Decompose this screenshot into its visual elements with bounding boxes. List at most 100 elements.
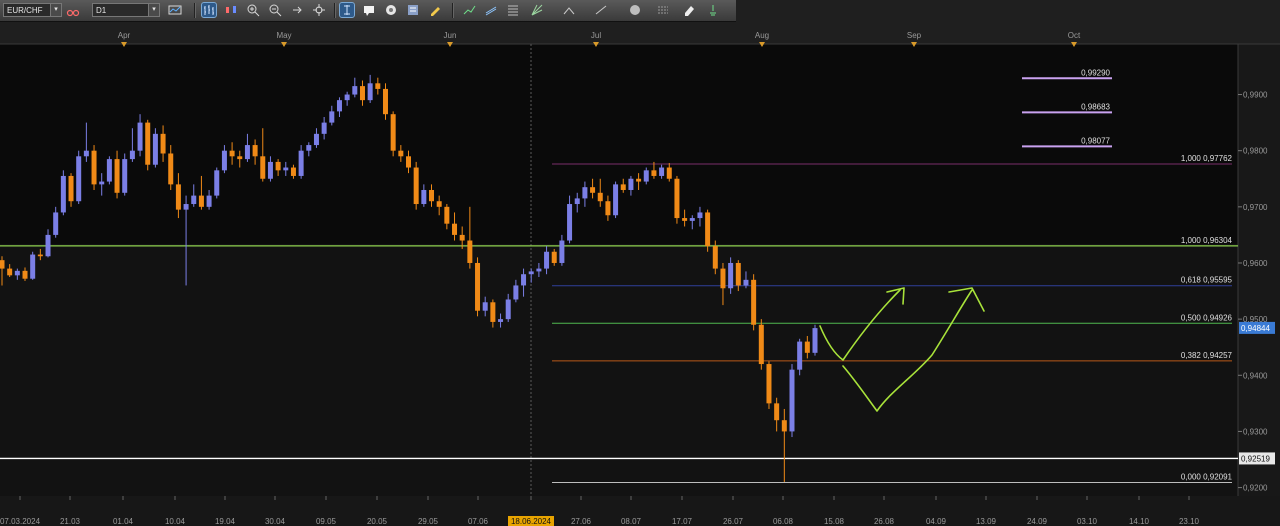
candle-body-up [544,251,550,269]
candle-body-down [375,83,381,89]
candle-body-up [613,184,619,216]
date-tick-label: 24.09 [1027,517,1048,526]
candle-body-down [68,175,74,202]
extension-level-label: 0,99290 [1081,68,1110,77]
fib-level-label: 0,500 0,94926 [1181,313,1233,322]
candle-body-up [214,170,220,196]
month-label: Oct [1068,31,1081,40]
candle-body-down [712,246,718,269]
date-tick-label: 29.05 [418,517,439,526]
candle-body-down [275,161,281,171]
candle-body-down [429,189,435,202]
candle-body-up [421,189,427,205]
candle-body-up [812,328,818,353]
candle-body-down [260,156,266,179]
candle-body-up [244,145,250,160]
price-label-text: 0,94844 [1241,324,1270,333]
fib-level-label: 0,000 0,92091 [1181,472,1233,481]
date-tick-label: 08.07 [621,517,642,526]
candle-body-up [574,198,580,205]
candle-body-down [37,254,43,257]
candle-body-down [444,206,450,224]
date-tick-label: 07.03.2024 [0,517,41,526]
price-tick-label: 0,9200 [1243,484,1268,493]
candle-body-down [804,341,810,353]
candle-body-down [735,262,741,286]
horizontal-line-label: 1,000 0,96304 [1181,236,1233,245]
candle-body-down [359,86,365,101]
date-tick-label: 17.07 [672,517,693,526]
candle-body-down [490,302,496,322]
candle-body-up [559,240,565,263]
candle-body-up [528,271,534,275]
date-tick-label-highlighted: 18.06.2024 [511,517,552,526]
candle-body-up [743,279,749,286]
candle-body-up [99,181,105,185]
candle-body-down [175,184,181,210]
candle-body-down [590,187,596,193]
month-label: Aug [755,31,769,40]
month-label: Jun [444,31,457,40]
candle-body-down [406,156,411,168]
candle-body-down [751,279,757,325]
date-tick-label: 10.04 [165,517,186,526]
candle-body-up [567,204,573,241]
extension-level-label: 0,98077 [1081,136,1110,145]
candle-body-down [551,251,557,263]
candle-body-up [797,341,803,370]
price-tick-label: 0,9900 [1243,91,1268,100]
candle-body-up [60,175,66,213]
candle-body-down [398,150,404,157]
date-tick-label: 19.04 [215,517,236,526]
candle-body-up [513,285,519,300]
candle-body-down [237,156,243,160]
candle-body-down [252,145,258,157]
price-tick-label: 0,9400 [1243,371,1268,380]
candle-body-up [728,262,734,289]
candle-body-up [498,319,504,322]
date-tick-label: 26.07 [723,517,744,526]
candle-body-down [290,167,296,176]
date-tick-label: 20.05 [367,517,388,526]
candle-body-up [628,178,634,190]
candle-body-up [106,159,112,182]
price-tick-label: 0,9300 [1243,427,1268,436]
date-tick-label: 04.09 [926,517,947,526]
fib-level-label: 0,618 0,95595 [1181,276,1233,285]
candle-body-up [352,86,358,95]
month-label: Jul [591,31,601,40]
date-tick-label: 07.06 [468,517,489,526]
candle-body-up [14,270,20,276]
candle-body-up [83,150,89,157]
date-tick-label: 15.08 [824,517,845,526]
fib-level-label: 1,000 0,97762 [1181,154,1233,163]
candle-body-down [160,133,166,154]
candle-body-down [636,178,642,182]
price-chart[interactable]: Apr May Jun Jul Aug Sep Oct 0,9200 0,9300 0,9400… [0,0,1280,526]
candle-body-down [145,122,151,165]
candle-body-up [306,145,312,151]
candle-body-up [643,170,649,182]
month-label: May [276,31,291,40]
candle-body-down [774,403,780,421]
candle-body-down [436,201,442,207]
price-tick-label: 0,9600 [1243,259,1268,268]
candle-body-down [674,178,680,219]
candle-body-up [689,218,695,221]
candle-body-up [697,212,703,219]
candle-body-down [781,420,787,432]
price-tick-label: 0,9700 [1243,203,1268,212]
candle-body-up [183,204,189,210]
candle-body-up [53,212,59,235]
candle-body-down [114,159,120,193]
candle-body-down [620,184,626,190]
candle-body-down [758,324,764,365]
candle-body-up [505,299,511,320]
date-tick-label: 23.10 [1179,517,1200,526]
candle-body-up [329,111,335,123]
candle-body-up [313,133,319,146]
candle-body-down [198,195,204,207]
candle-body-down [413,167,419,205]
date-tick-label: 14.10 [1129,517,1150,526]
candle-body-up [336,100,342,112]
